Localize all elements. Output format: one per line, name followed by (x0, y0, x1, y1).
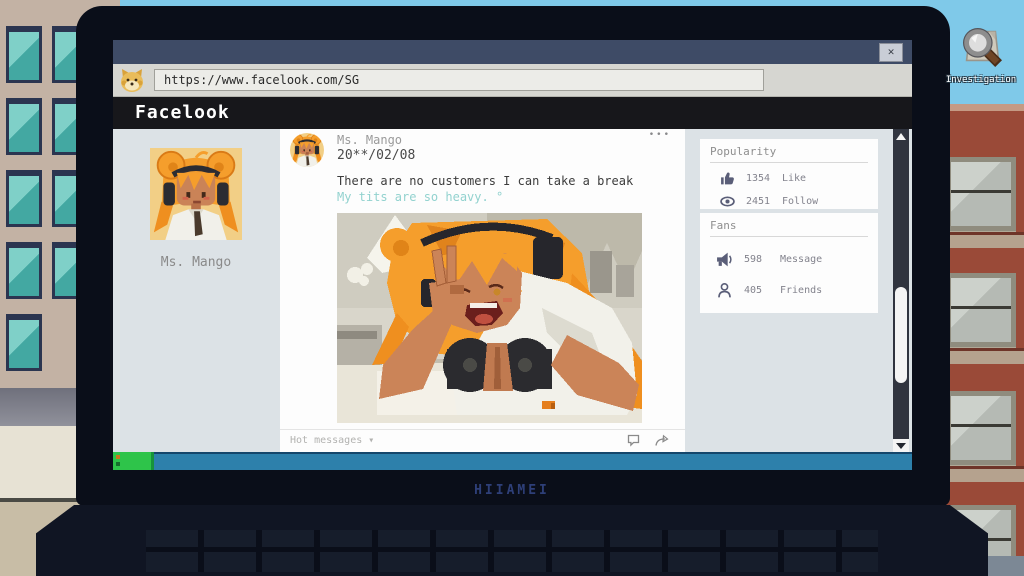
battery-indicator (113, 452, 154, 470)
laptop-keyboard (146, 530, 878, 572)
message-label[interactable]: Message (780, 254, 822, 265)
friends-row: 405 Friends (716, 282, 878, 299)
like-label[interactable]: Like (782, 173, 806, 184)
browser-titlebar: ✕ (113, 40, 912, 64)
building-window (946, 157, 1016, 231)
url-input[interactable]: https://www.facelook.com/SG (154, 69, 764, 91)
post-text-normal: There are no customers I can take a brea… (337, 174, 633, 188)
comments-filter-dropdown[interactable]: Hot messages ▾ (290, 435, 374, 446)
profile-name: Ms. Mango (113, 255, 279, 270)
popularity-title: Popularity (710, 145, 868, 163)
post-divider (280, 429, 685, 430)
follow-row: 2451 Follow (720, 194, 878, 209)
site-logo[interactable]: Facelook (135, 97, 912, 129)
post-card: Ms. Mango 20**/02/08 ••• There are no cu… (280, 129, 685, 452)
laptop-base (36, 505, 988, 576)
post-author-avatar[interactable] (290, 133, 324, 167)
popularity-card: Popularity 1354 Like 2451 Follow (700, 139, 878, 209)
building-window (6, 242, 42, 299)
profile-avatar[interactable] (150, 148, 242, 240)
investigation-desktop-icon[interactable]: Investigation (940, 22, 1022, 85)
friends-count: 405 (744, 285, 774, 296)
building-window (6, 314, 42, 371)
message-count: 598 (744, 254, 774, 265)
fans-card: Fans 598 Message 405 Fri (700, 213, 878, 313)
fans-title: Fans (710, 219, 868, 237)
investigation-label: Investigation (940, 75, 1022, 85)
message-row: 598 Message (716, 251, 878, 268)
thumbs-up-icon (720, 171, 735, 186)
like-row: 1354 Like (720, 171, 878, 186)
megaphone-icon (716, 251, 733, 268)
magnifier-icon (957, 22, 1005, 70)
scrollbar-thumb[interactable] (895, 287, 907, 383)
facelook-page: Ms. Mango Ms. Mango 20**/02/08 ••• There… (113, 129, 912, 452)
post-text: There are no customers I can take a brea… (337, 173, 637, 205)
doge-favicon (119, 67, 145, 93)
person-icon (716, 282, 733, 299)
browser-statusbar (113, 452, 912, 470)
post-text-highlight: My tits are so heavy. ° (337, 190, 503, 204)
site-header: Facelook (113, 97, 912, 129)
post-menu-button[interactable]: ••• (649, 130, 671, 140)
building-window (6, 170, 42, 227)
game-scene: Investigation HIIAMEI ✕ https://www.face… (0, 0, 1024, 576)
building-window (6, 98, 42, 155)
follow-label[interactable]: Follow (782, 196, 818, 207)
building-window (6, 26, 42, 83)
share-icon[interactable] (654, 433, 669, 448)
follow-count: 2451 (746, 196, 776, 207)
building-window (946, 273, 1016, 347)
friends-label[interactable]: Friends (780, 285, 822, 296)
eye-icon (720, 194, 735, 209)
laptop-brand: HIIAMEI (0, 483, 1024, 498)
post-date: 20**/02/08 (337, 148, 415, 163)
comment-icon[interactable] (626, 433, 641, 448)
post-author-name[interactable]: Ms. Mango (337, 133, 402, 147)
battery-dot (116, 462, 120, 466)
page-scrollbar[interactable] (893, 129, 909, 452)
battery-dot (116, 455, 120, 459)
browser-window: ✕ https://www.facelook.com/SG Facelook (113, 40, 912, 468)
close-button[interactable]: ✕ (879, 43, 903, 62)
post-image[interactable] (337, 213, 642, 423)
like-count: 1354 (746, 173, 776, 184)
browser-toolbar: https://www.facelook.com/SG (113, 64, 912, 97)
scroll-up-arrow-icon[interactable] (896, 133, 906, 140)
building-window (946, 391, 1016, 465)
scroll-down-arrow-icon[interactable] (893, 439, 909, 452)
